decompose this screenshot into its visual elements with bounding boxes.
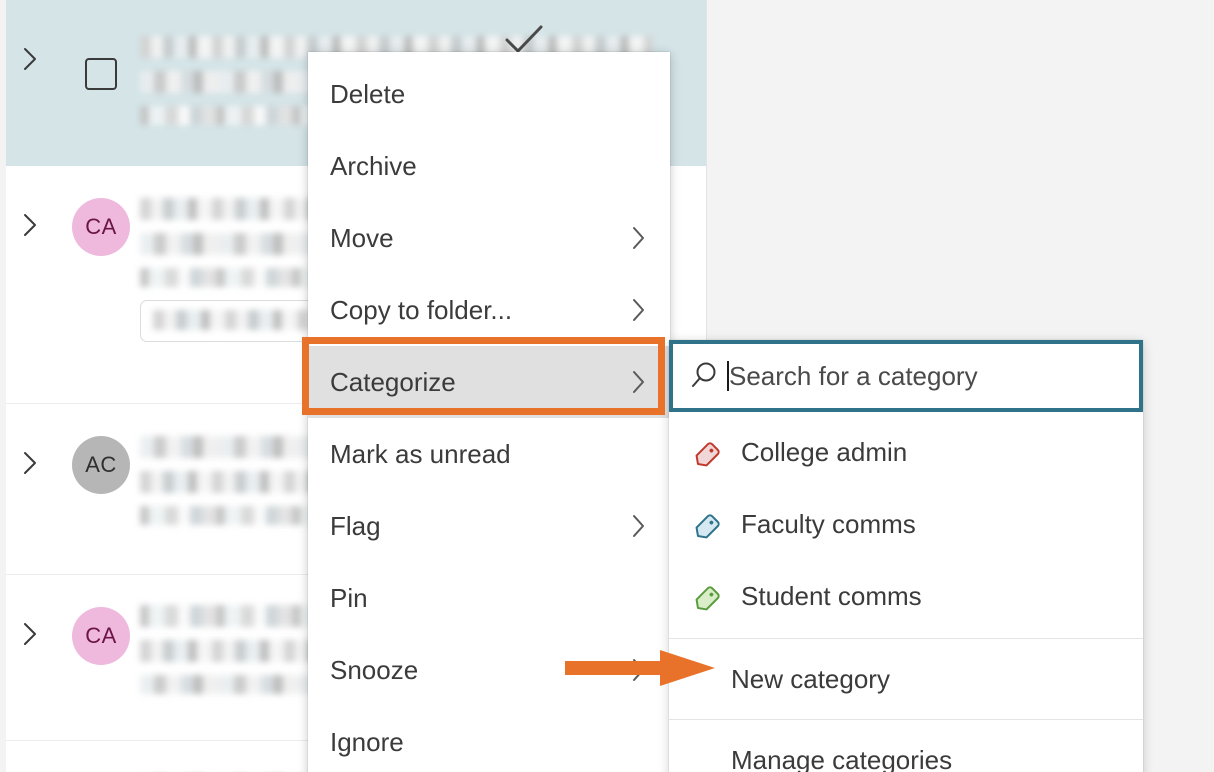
expand-chevron-icon[interactable] bbox=[0, 184, 62, 240]
menu-item-label: Ignore bbox=[330, 726, 404, 757]
new-category-button[interactable]: New category bbox=[669, 639, 1143, 719]
expand-chevron-icon[interactable] bbox=[0, 759, 62, 772]
category-label: Student comms bbox=[741, 580, 922, 611]
context-menu[interactable]: Delete Archive Move Copy to folder... Ca… bbox=[308, 52, 670, 772]
avatar-slot: AC bbox=[62, 422, 140, 494]
chevron-right-icon bbox=[630, 512, 648, 540]
avatar-slot: CA bbox=[62, 593, 140, 665]
chevron-right-icon bbox=[630, 656, 648, 684]
menu-item-label: Delete bbox=[330, 78, 406, 109]
menu-item-label: Move bbox=[330, 222, 394, 253]
tag-icon bbox=[687, 434, 733, 470]
manage-categories-button[interactable]: Manage categories bbox=[669, 720, 1143, 772]
menu-item-mark-as-unread[interactable]: Mark as unread bbox=[308, 418, 670, 490]
screenshot-stage: CA AC CA Delete Archive Move Copy to fol… bbox=[0, 0, 1214, 772]
category-label: College admin bbox=[741, 436, 908, 467]
expand-chevron-icon[interactable] bbox=[0, 593, 62, 649]
menu-item-label: Snooze bbox=[330, 654, 419, 685]
chevron-right-icon bbox=[630, 296, 648, 324]
menu-item-ignore[interactable]: Ignore bbox=[308, 706, 670, 772]
menu-item-label: Flag bbox=[330, 510, 381, 541]
chevron-right-icon bbox=[630, 224, 648, 252]
category-item-faculty-comms[interactable]: Faculty comms bbox=[669, 488, 1143, 560]
category-list: College admin Faculty comms Student comm… bbox=[669, 412, 1143, 638]
category-label: Faculty comms bbox=[741, 508, 916, 539]
manage-categories-label: Manage categories bbox=[731, 744, 953, 772]
tag-icon bbox=[687, 578, 733, 614]
tag-icon bbox=[687, 506, 733, 542]
search-icon bbox=[687, 359, 721, 393]
avatar[interactable]: CA bbox=[72, 198, 130, 256]
menu-item-move[interactable]: Move bbox=[308, 202, 670, 274]
menu-item-label: Archive bbox=[330, 150, 417, 181]
menu-item-delete[interactable]: Delete bbox=[308, 58, 670, 130]
row-select-checkbox-slot bbox=[62, 18, 140, 90]
avatar[interactable]: AC bbox=[72, 436, 130, 494]
avatar[interactable]: CA bbox=[72, 607, 130, 665]
category-search-box[interactable] bbox=[669, 340, 1143, 412]
menu-item-archive[interactable]: Archive bbox=[308, 130, 670, 202]
menu-item-categorize[interactable]: Categorize bbox=[308, 346, 670, 418]
menu-item-label: Pin bbox=[330, 582, 368, 613]
chevron-right-icon bbox=[630, 368, 648, 396]
category-search-input[interactable] bbox=[729, 360, 1125, 392]
menu-item-label: Mark as unread bbox=[330, 438, 511, 469]
category-item-student-comms[interactable]: Student comms bbox=[669, 560, 1143, 632]
menu-item-label: Categorize bbox=[330, 366, 456, 397]
category-item-college-admin[interactable]: College admin bbox=[669, 416, 1143, 488]
avatar-slot: CA bbox=[62, 759, 140, 772]
expand-chevron-icon[interactable] bbox=[0, 422, 62, 478]
menu-item-label: Copy to folder... bbox=[330, 294, 513, 325]
menu-item-pin[interactable]: Pin bbox=[308, 562, 670, 634]
category-submenu[interactable]: College admin Faculty comms bbox=[669, 340, 1143, 772]
row-select-checkbox[interactable] bbox=[85, 58, 117, 90]
menu-item-flag[interactable]: Flag bbox=[308, 490, 670, 562]
expand-chevron-icon[interactable] bbox=[0, 18, 62, 74]
new-category-label: New category bbox=[731, 663, 890, 694]
menu-item-copy-to-folder[interactable]: Copy to folder... bbox=[308, 274, 670, 346]
menu-item-snooze[interactable]: Snooze bbox=[308, 634, 670, 706]
avatar-slot: CA bbox=[62, 184, 140, 256]
